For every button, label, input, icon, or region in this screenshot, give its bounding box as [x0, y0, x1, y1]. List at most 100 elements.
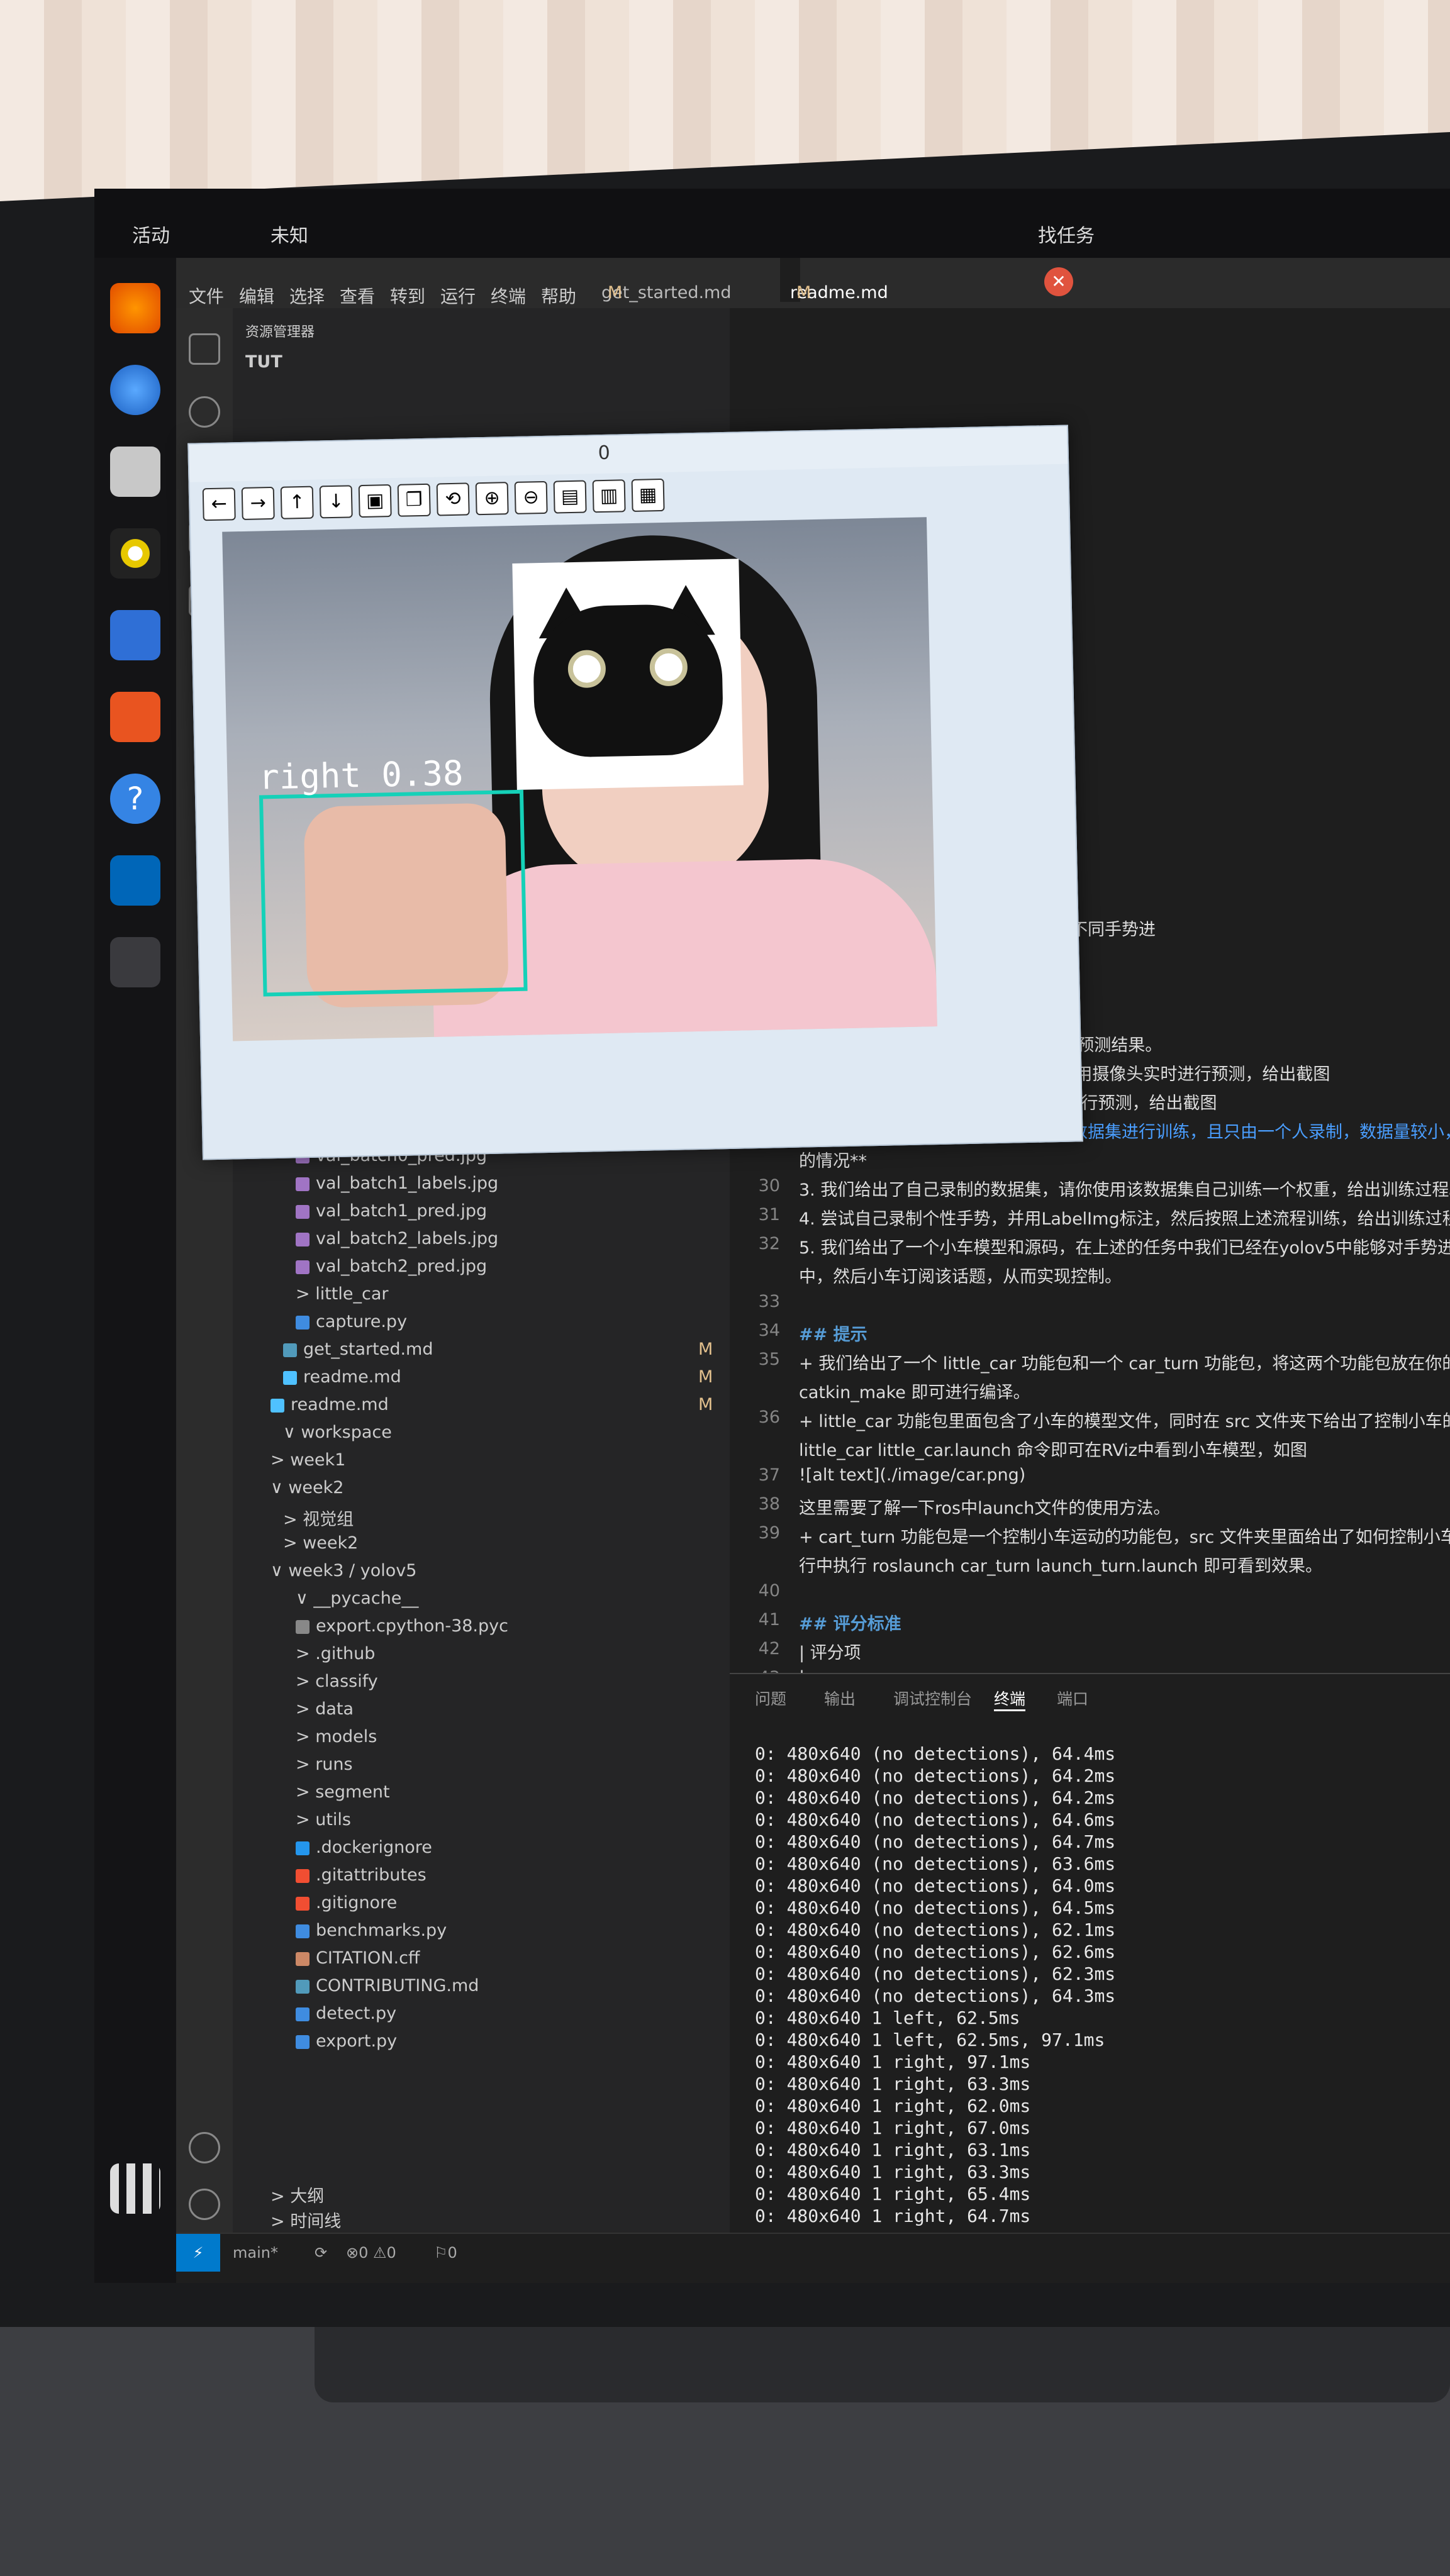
- image-icon: [296, 1232, 310, 1246]
- menu-selection[interactable]: 选择: [289, 283, 325, 308]
- app-center-icon[interactable]: [110, 692, 160, 742]
- tab-output[interactable]: 输出: [824, 1687, 856, 1709]
- menu-file[interactable]: 文件: [189, 283, 224, 308]
- tree-item-label: ∨ week3 / yolov5: [270, 1561, 417, 1580]
- outline-section[interactable]: > 大纲: [270, 2182, 324, 2207]
- vscode-icon[interactable]: [110, 855, 160, 906]
- zoom-fit-icon[interactable]: ▣: [358, 484, 392, 518]
- tree-item-label: > data: [296, 1699, 354, 1719]
- files-icon[interactable]: [110, 447, 160, 497]
- tree-item[interactable]: benchmarks.py: [296, 1921, 447, 1940]
- tree-item[interactable]: val_batch2_labels.jpg: [296, 1229, 498, 1248]
- rotate-icon[interactable]: ⟲: [436, 482, 470, 516]
- tree-item[interactable]: > week1: [270, 1450, 345, 1470]
- menu-terminal[interactable]: 终端: [491, 283, 526, 308]
- tree-item[interactable]: readme.md: [283, 1367, 401, 1387]
- code-line: catkin_make 即可进行编译。: [799, 1383, 1030, 1402]
- tree-item[interactable]: > segment: [296, 1782, 390, 1802]
- gear-icon[interactable]: [189, 2189, 220, 2220]
- tree-item[interactable]: .dockerignore: [296, 1838, 432, 1857]
- tree-item[interactable]: > data: [296, 1699, 354, 1719]
- problems-count[interactable]: ⊗0 ⚠0: [346, 2244, 396, 2262]
- back-arrow-icon[interactable]: ←: [202, 487, 236, 521]
- tree-item[interactable]: ∨ __pycache__: [296, 1589, 418, 1608]
- tab-ports[interactable]: 端口: [1057, 1687, 1088, 1709]
- copy-icon[interactable]: ❐: [397, 483, 431, 517]
- tree-item[interactable]: > week2: [283, 1533, 358, 1553]
- tab-debug-console[interactable]: 调试控制台: [893, 1687, 972, 1709]
- tree-item[interactable]: > little_car: [296, 1284, 389, 1304]
- writer-icon[interactable]: [110, 610, 160, 660]
- tree-item-label: export.py: [316, 2031, 398, 2051]
- tree-item[interactable]: ∨ week3 / yolov5: [270, 1561, 416, 1580]
- thunderbird-icon[interactable]: [110, 365, 160, 415]
- clipboard-icon[interactable]: ▥: [592, 479, 626, 513]
- tree-item[interactable]: export.py: [296, 2031, 397, 2051]
- tree-item[interactable]: ∨ week2: [270, 1478, 343, 1497]
- tab-terminal[interactable]: 终端: [994, 1687, 1026, 1711]
- zoom-out-icon[interactable]: ⊖: [514, 480, 548, 514]
- tree-item[interactable]: val_batch1_labels.jpg: [296, 1174, 498, 1193]
- forward-arrow-icon[interactable]: →: [241, 486, 275, 520]
- tree-item[interactable]: CONTRIBUTING.md: [296, 1976, 479, 1996]
- activities-button[interactable]: 活动: [132, 220, 170, 248]
- help-icon[interactable]: ?: [110, 774, 160, 824]
- tree-item[interactable]: > runs: [296, 1755, 353, 1774]
- rhythmbox-icon[interactable]: [110, 528, 160, 579]
- firefox-icon[interactable]: [110, 283, 160, 333]
- remote-icon[interactable]: ⚡: [176, 2234, 220, 2272]
- tree-item[interactable]: get_started.md: [283, 1340, 433, 1359]
- tab-problems[interactable]: 问题: [755, 1687, 786, 1709]
- properties-icon[interactable]: ▦: [631, 478, 665, 513]
- tree-item-label: capture.py: [316, 1312, 408, 1331]
- tree-item[interactable]: .gitignore: [296, 1893, 397, 1913]
- tree-item[interactable]: .gitattributes: [296, 1865, 427, 1885]
- zoom-in-icon[interactable]: ⊕: [475, 482, 509, 516]
- timeline-section[interactable]: > 时间线: [270, 2207, 341, 2232]
- tree-item[interactable]: val_batch2_pred.jpg: [296, 1257, 487, 1276]
- menu-help[interactable]: 帮助: [541, 283, 576, 308]
- menu-edit[interactable]: 编辑: [239, 283, 274, 308]
- explorer-icon[interactable]: [189, 333, 220, 365]
- branch-indicator[interactable]: main*: [233, 2244, 278, 2262]
- app-menu[interactable]: 未知: [270, 220, 308, 248]
- tree-item-label: > classify: [296, 1672, 378, 1691]
- ports-count[interactable]: ⚐0: [434, 2244, 457, 2262]
- tree-item[interactable]: > models: [296, 1727, 377, 1746]
- line-number: 42: [758, 1639, 780, 1658]
- image-viewer-window: 0 ← → ↑ ↓ ▣ ❐ ⟲ ⊕ ⊖ ▤ ▥ ▦ right 0.38: [187, 425, 1083, 1160]
- tree-item[interactable]: val_batch1_pred.jpg: [296, 1201, 487, 1221]
- menu-view[interactable]: 查看: [340, 283, 375, 308]
- terminal-line: 0: 480x640 1 left, 62.5ms, 97.1ms: [755, 2029, 1105, 2050]
- sync-icon[interactable]: ⟳: [315, 2244, 327, 2262]
- tree-item[interactable]: ∨ workspace: [283, 1423, 392, 1442]
- terminal-line: 0: 480x640 1 right, 62.0ms: [755, 2096, 1031, 2116]
- tree-item[interactable]: > classify: [296, 1672, 378, 1691]
- account-icon[interactable]: [189, 2132, 220, 2163]
- save-icon[interactable]: ▤: [553, 480, 587, 514]
- menu-run[interactable]: 运行: [440, 283, 476, 308]
- close-icon[interactable]: ✕: [1044, 267, 1073, 296]
- explorer-root[interactable]: TUT: [245, 352, 282, 372]
- line-number: 35: [758, 1350, 780, 1369]
- down-arrow-icon[interactable]: ↓: [319, 485, 353, 519]
- up-arrow-icon[interactable]: ↑: [280, 486, 314, 519]
- line-number: 33: [758, 1292, 780, 1311]
- tree-item[interactable]: > .github: [296, 1644, 375, 1663]
- show-apps-icon[interactable]: [110, 2163, 160, 2214]
- tree-item-label: get_started.md: [303, 1340, 433, 1359]
- tree-item[interactable]: readme.md: [270, 1395, 389, 1414]
- tree-item[interactable]: detect.py: [296, 2004, 396, 2023]
- tree-item[interactable]: CITATION.cff: [296, 1948, 420, 1968]
- tree-item[interactable]: export.cpython-38.pyc: [296, 1616, 508, 1636]
- tree-item[interactable]: > 视觉组: [283, 1506, 354, 1530]
- python-icon: [296, 1924, 310, 1938]
- terminal-line: 0: 480x640 (no detections), 62.3ms: [755, 1963, 1116, 1984]
- tab-readme[interactable]: readme.md M: [780, 258, 888, 303]
- menu-go[interactable]: 转到: [390, 283, 425, 308]
- tab-get-started[interactable]: get_started.md M: [591, 258, 732, 303]
- tree-item[interactable]: > utils: [296, 1810, 351, 1829]
- running-app-indicator[interactable]: [110, 937, 160, 987]
- tree-item[interactable]: capture.py: [296, 1312, 407, 1331]
- search-icon[interactable]: [189, 396, 220, 428]
